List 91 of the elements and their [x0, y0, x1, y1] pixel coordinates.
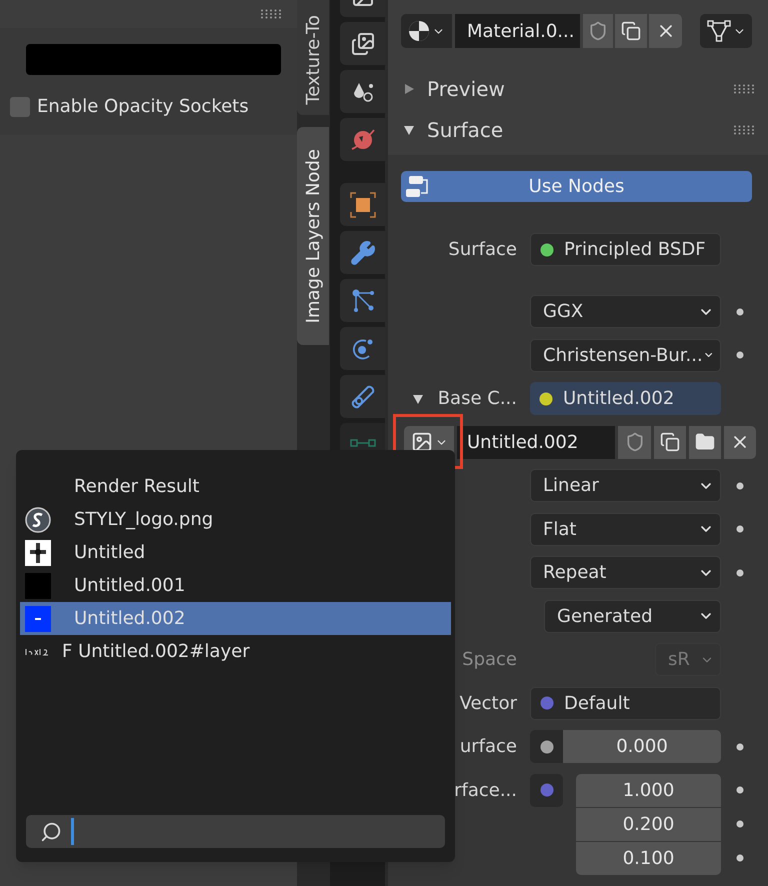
- image-menu-item[interactable]: Render Result: [20, 470, 451, 503]
- nodes-toggle-icon: [405, 174, 431, 198]
- keyframe-dot-icon[interactable]: [736, 308, 744, 316]
- search-icon: [40, 820, 62, 842]
- node-tree-button[interactable]: [700, 14, 752, 48]
- shield-icon: [588, 21, 608, 41]
- property-label: Surface: [448, 238, 517, 262]
- checkbox[interactable]: [10, 96, 30, 116]
- world-tab[interactable]: [340, 118, 385, 161]
- use-nodes-button[interactable]: Use Nodes: [401, 171, 752, 202]
- dropdown[interactable]: Flat: [530, 512, 721, 546]
- wrench-icon: [350, 240, 376, 266]
- number-field[interactable]: 0.100: [576, 842, 721, 874]
- side-tab[interactable]: Texture-To: [297, 0, 329, 115]
- keyframe-dot-icon[interactable]: [736, 568, 744, 576]
- dropdown[interactable]: Linear: [530, 469, 721, 502]
- property-label: Base C...: [438, 387, 517, 411]
- fake-user-button[interactable]: [583, 14, 613, 48]
- images-icon: [350, 32, 374, 56]
- image-thumbnail: [25, 646, 51, 656]
- material-type-button[interactable]: [401, 14, 452, 48]
- render-tab[interactable]: [340, 22, 385, 65]
- number-field[interactable]: 1.000: [576, 774, 721, 806]
- dropdown[interactable]: GGX: [530, 295, 721, 328]
- keyframe-dot-icon[interactable]: [736, 525, 744, 533]
- image-thumbnail: [25, 540, 51, 566]
- shield-icon: [624, 432, 644, 452]
- grip-icon[interactable]: [733, 84, 755, 94]
- globe-icon: [350, 126, 376, 152]
- close-button[interactable]: [649, 14, 682, 48]
- duplicate-button[interactable]: [615, 14, 647, 48]
- triangle-vertices-icon: [706, 19, 730, 43]
- keyframe-dot-icon[interactable]: [736, 786, 744, 794]
- sphere-icon: [408, 20, 430, 42]
- linked-texture-field[interactable]: Untitled.002: [530, 382, 721, 415]
- number-field[interactable]: 0.200: [576, 808, 721, 840]
- panel-header[interactable]: Surface: [427, 114, 504, 144]
- image-menu-item[interactable]: F Untitled.002#layer: [20, 635, 451, 668]
- image-thumbnail: [25, 606, 51, 632]
- modifier-tab[interactable]: [340, 231, 385, 274]
- folder-icon: [695, 432, 715, 452]
- object-tab[interactable]: [340, 183, 385, 226]
- keyframe-dot-icon[interactable]: [736, 820, 744, 828]
- copy-icon: [660, 432, 680, 452]
- color-socket-button[interactable]: [530, 730, 563, 763]
- image-menu-item[interactable]: Untitled.001: [20, 569, 451, 602]
- color-socket-button[interactable]: [530, 774, 563, 806]
- socket-field[interactable]: Default: [530, 686, 721, 720]
- square-icon: [350, 192, 376, 218]
- checkbox-label: Enable Opacity Sockets: [37, 95, 249, 119]
- property-label: urface: [460, 735, 517, 759]
- image-icon: [410, 431, 432, 453]
- image-name-field[interactable]: Untitled.002: [457, 426, 615, 458]
- particles-tab[interactable]: [340, 279, 385, 322]
- expanded-triangle-icon[interactable]: [403, 124, 415, 136]
- logo-thumbnail: [25, 506, 51, 532]
- image-menu-item[interactable]: Untitled.002: [20, 602, 451, 635]
- property-label: Vector: [460, 692, 517, 716]
- image-menu-item[interactable]: STYLY_logo.png: [20, 503, 451, 536]
- constraint-tab[interactable]: [340, 375, 385, 418]
- close-button[interactable]: [724, 426, 756, 458]
- keyframe-dot-icon[interactable]: [736, 742, 744, 750]
- panel-header[interactable]: Preview: [427, 74, 505, 104]
- side-tab[interactable]: Image Layers Node: [297, 127, 329, 345]
- fake-user-button[interactable]: [618, 426, 651, 458]
- open-button[interactable]: [689, 426, 721, 458]
- number-field[interactable]: 0.000: [563, 730, 721, 763]
- keyframe-dot-icon[interactable]: [736, 482, 744, 490]
- grip-icon[interactable]: [733, 124, 755, 134]
- keyframe-dot-icon[interactable]: [736, 854, 744, 862]
- socket-field[interactable]: Principled BSDF: [530, 233, 721, 266]
- dropdown[interactable]: Repeat: [530, 556, 721, 589]
- link-icon: [350, 384, 376, 410]
- property-label: rface...: [454, 778, 517, 802]
- property-label: Space: [462, 648, 517, 672]
- image-menu-item[interactable]: Untitled: [20, 536, 451, 569]
- image-thumbnail: [25, 572, 51, 598]
- dropdown[interactable]: Christensen-Bur...: [530, 338, 721, 372]
- nodes-icon: [350, 288, 376, 314]
- collapsed-triangle-icon[interactable]: [403, 82, 415, 94]
- color-swatch[interactable]: [26, 44, 281, 75]
- keyframe-dot-icon[interactable]: [736, 351, 744, 359]
- copy-icon: [621, 21, 641, 41]
- material-name-field[interactable]: Material.0...: [455, 14, 580, 48]
- search-field[interactable]: [26, 815, 445, 848]
- physics-tab[interactable]: [340, 327, 385, 370]
- dropdown[interactable]: Generated: [544, 600, 721, 632]
- view-layer-tab[interactable]: [340, 70, 385, 113]
- duplicate-button[interactable]: [654, 426, 686, 458]
- grip-icon[interactable]: [260, 9, 282, 19]
- expanded-triangle-icon[interactable]: [412, 392, 424, 404]
